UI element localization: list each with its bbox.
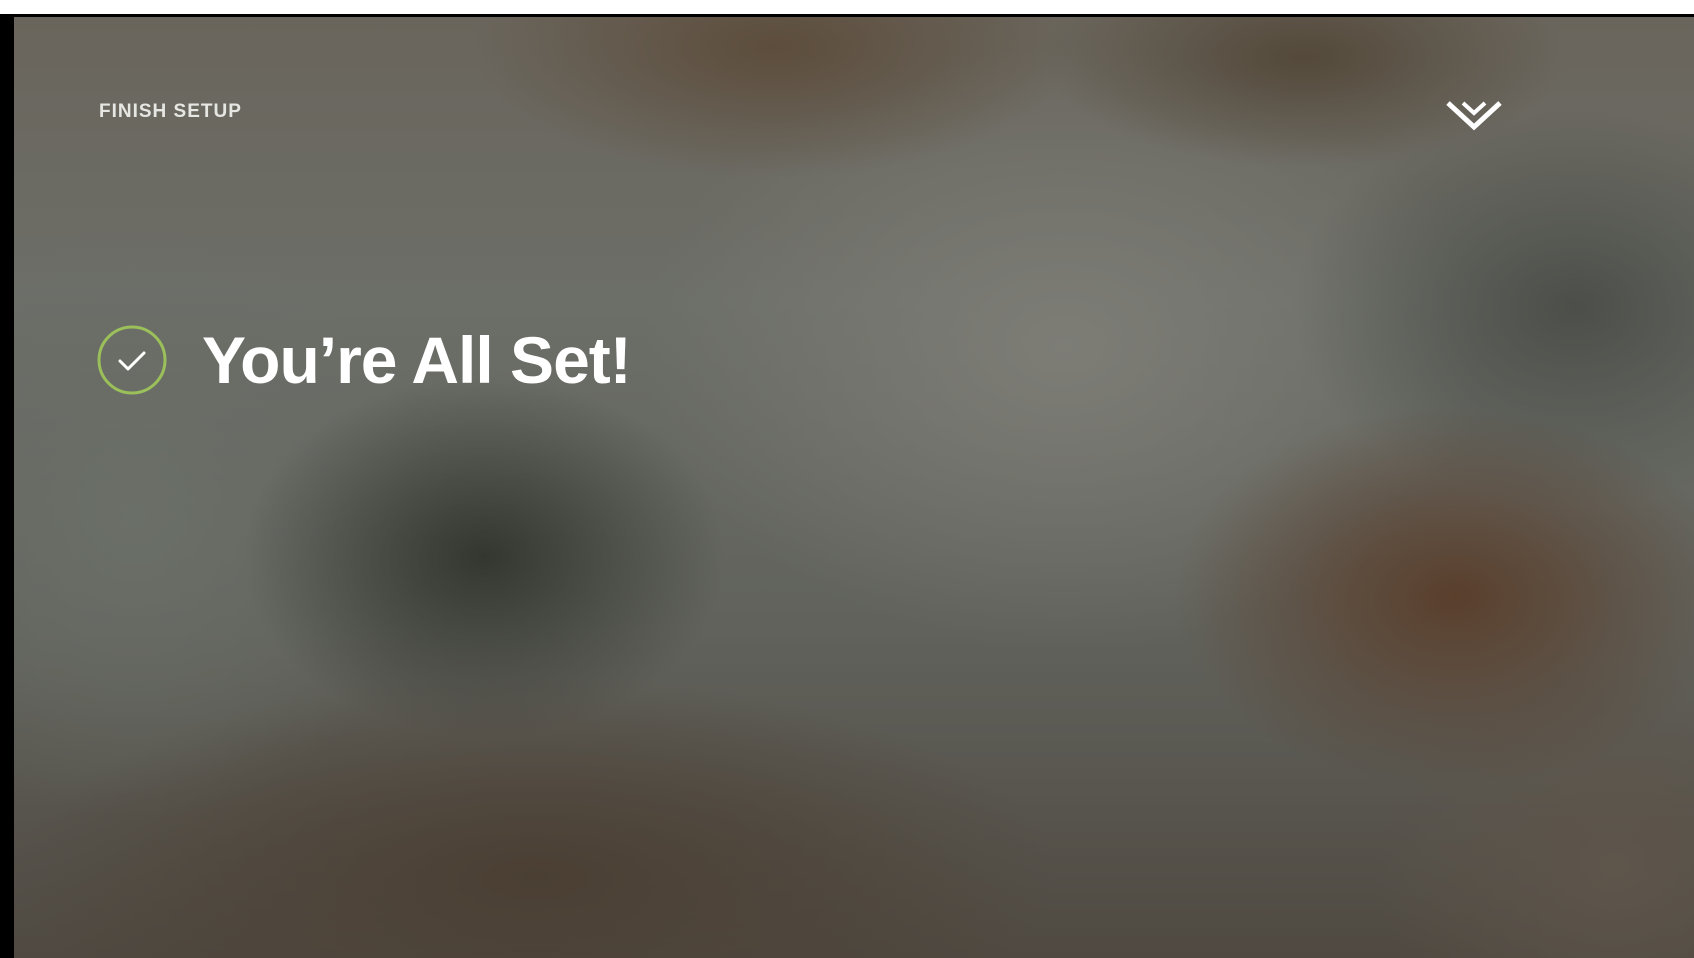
status-heading: You’re All Set! — [202, 323, 632, 397]
chevron-logo-icon — [1446, 101, 1502, 131]
setup-screen: FINISH SETUP You’re All Set! — [14, 17, 1694, 958]
header-title: FINISH SETUP — [99, 101, 242, 122]
tv-frame: FINISH SETUP You’re All Set! — [0, 14, 1694, 958]
blurred-background — [14, 17, 1694, 958]
status-row: You’re All Set! — [96, 323, 632, 397]
check-circle-icon — [97, 325, 167, 395]
